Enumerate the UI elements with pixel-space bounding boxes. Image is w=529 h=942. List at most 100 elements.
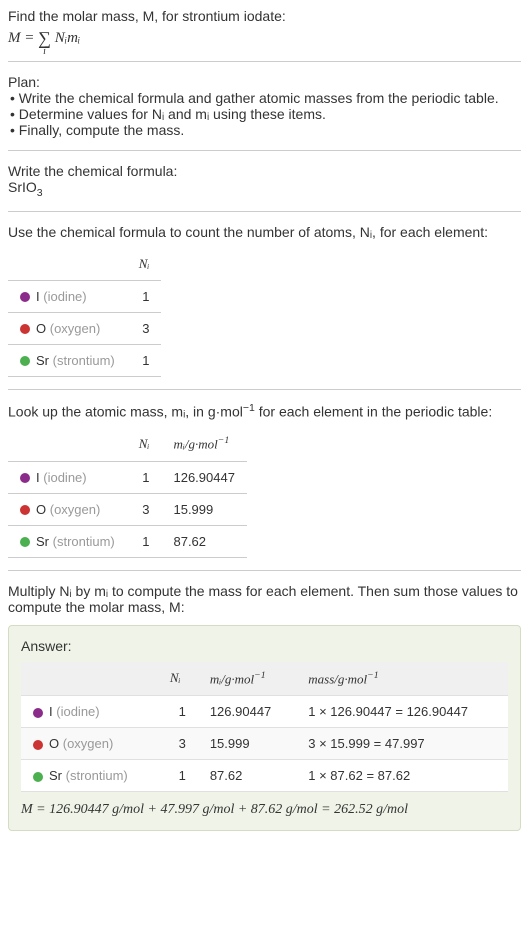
- count-table: Nᵢ I (iodine) 1 O (oxygen) 3 Sr (stronti…: [8, 248, 161, 377]
- multiply-text: Multiply Nᵢ by mᵢ to compute the mass fo…: [8, 583, 521, 615]
- m-value: 15.999: [198, 728, 296, 760]
- table-row: Sr (strontium) 1 87.62 1 × 87.62 = 87.62: [21, 760, 508, 792]
- chemical-formula: SrIO3: [8, 179, 521, 199]
- element-cell: I (iodine): [21, 696, 158, 728]
- element-name: (oxygen): [50, 321, 101, 336]
- m-header: mᵢ/g·mol−1: [198, 662, 296, 696]
- divider: [8, 61, 521, 62]
- count-title: Use the chemical formula to count the nu…: [8, 224, 521, 240]
- strontium-dot-icon: [33, 772, 43, 782]
- n-value: 1: [127, 344, 162, 376]
- element-cell: O (oxygen): [8, 493, 127, 525]
- formula-lhs: M =: [8, 30, 38, 46]
- empty-header: [8, 427, 127, 461]
- mass-header-pre: mass/g·mol: [308, 671, 367, 686]
- table-row: Sr (strontium) 1 87.62: [8, 525, 247, 557]
- mass-title-post: for each element in the periodic table:: [255, 403, 492, 419]
- element-symbol: O: [49, 736, 59, 751]
- m-header-pre: mᵢ/g·mol: [173, 437, 217, 452]
- iodine-dot-icon: [33, 708, 43, 718]
- plan-item: • Determine values for Nᵢ and mᵢ using t…: [10, 106, 521, 122]
- element-symbol: I: [49, 704, 53, 719]
- intro-section: Find the molar mass, M, for strontium io…: [8, 8, 521, 49]
- n-value: 1: [127, 280, 162, 312]
- formula-section-title: Write the chemical formula:: [8, 163, 521, 179]
- element-symbol: I: [36, 470, 40, 485]
- mass-calc: 1 × 126.90447 = 126.90447: [296, 696, 508, 728]
- intro-text: Find the molar mass, M, for strontium io…: [8, 8, 521, 24]
- mass-title: Look up the atomic mass, mᵢ, in g·mol−1 …: [8, 402, 521, 420]
- m-value: 87.62: [198, 760, 296, 792]
- count-section: Use the chemical formula to count the nu…: [8, 224, 521, 377]
- oxygen-dot-icon: [33, 740, 43, 750]
- n-value: 3: [127, 312, 162, 344]
- sigma: ∑: [38, 28, 51, 48]
- formula-rhs: Nᵢmᵢ: [51, 30, 80, 46]
- oxygen-dot-icon: [20, 324, 30, 334]
- multiply-section: Multiply Nᵢ by mᵢ to compute the mass fo…: [8, 583, 521, 615]
- chemical-formula-section: Write the chemical formula: SrIO3: [8, 163, 521, 199]
- sum-index: i: [43, 46, 46, 57]
- sum-symbol: ∑i: [38, 28, 51, 49]
- m-header-sup: −1: [218, 435, 229, 446]
- table-row: I (iodine) 1 126.90447 1 × 126.90447 = 1…: [21, 696, 508, 728]
- element-cell: Sr (strontium): [8, 344, 127, 376]
- mass-calc: 1 × 87.62 = 87.62: [296, 760, 508, 792]
- final-answer: M = 126.90447 g/mol + 47.997 g/mol + 87.…: [21, 802, 508, 818]
- plan-item: • Finally, compute the mass.: [10, 122, 521, 138]
- element-cell: Sr (strontium): [21, 760, 158, 792]
- element-symbol: O: [36, 321, 46, 336]
- m-value: 126.90447: [161, 461, 246, 493]
- table-header-row: Nᵢ mᵢ/g·mol−1 mass/g·mol−1: [21, 662, 508, 696]
- formula-subscript: 3: [37, 187, 43, 199]
- n-value: 3: [158, 728, 198, 760]
- element-symbol: Sr: [36, 534, 49, 549]
- n-value: 1: [158, 696, 198, 728]
- m-value: 15.999: [161, 493, 246, 525]
- n-value: 3: [127, 493, 162, 525]
- m-header-sup: −1: [254, 670, 265, 681]
- mass-calc: 3 × 15.999 = 47.997: [296, 728, 508, 760]
- n-value: 1: [127, 525, 162, 557]
- element-name: (strontium): [66, 768, 128, 783]
- element-cell: O (oxygen): [21, 728, 158, 760]
- n-value: 1: [158, 760, 198, 792]
- divider: [8, 389, 521, 390]
- answer-label: Answer:: [21, 638, 508, 654]
- n-value: 1: [127, 461, 162, 493]
- element-name: (oxygen): [63, 736, 114, 751]
- table-row: O (oxygen) 3 15.999 3 × 15.999 = 47.997: [21, 728, 508, 760]
- answer-table: Nᵢ mᵢ/g·mol−1 mass/g·mol−1 I (iodine) 1 …: [21, 662, 508, 792]
- element-name: (oxygen): [50, 502, 101, 517]
- element-cell: I (iodine): [8, 461, 127, 493]
- mass-header: mass/g·mol−1: [296, 662, 508, 696]
- mass-title-sup: −1: [243, 402, 255, 414]
- table-row: O (oxygen) 3: [8, 312, 161, 344]
- strontium-dot-icon: [20, 537, 30, 547]
- element-symbol: O: [36, 502, 46, 517]
- table-row: I (iodine) 1: [8, 280, 161, 312]
- iodine-dot-icon: [20, 473, 30, 483]
- m-header: mᵢ/g·mol−1: [161, 427, 246, 461]
- empty-header: [8, 248, 127, 281]
- m-value: 126.90447: [198, 696, 296, 728]
- n-header: Nᵢ: [127, 248, 162, 281]
- element-name: (iodine): [56, 704, 99, 719]
- n-header: Nᵢ: [158, 662, 198, 696]
- element-symbol: I: [36, 289, 40, 304]
- mass-title-pre: Look up the atomic mass, mᵢ, in g·mol: [8, 403, 243, 419]
- table-row: I (iodine) 1 126.90447: [8, 461, 247, 493]
- element-cell: I (iodine): [8, 280, 127, 312]
- mass-header-sup: −1: [367, 670, 378, 681]
- plan-item: • Write the chemical formula and gather …: [10, 90, 521, 106]
- element-cell: O (oxygen): [8, 312, 127, 344]
- m-header-pre: mᵢ/g·mol: [210, 671, 254, 686]
- table-header-row: Nᵢ mᵢ/g·mol−1: [8, 427, 247, 461]
- strontium-dot-icon: [20, 356, 30, 366]
- mass-table: Nᵢ mᵢ/g·mol−1 I (iodine) 1 126.90447 O (…: [8, 427, 247, 557]
- oxygen-dot-icon: [20, 505, 30, 515]
- table-header-row: Nᵢ: [8, 248, 161, 281]
- element-symbol: Sr: [36, 353, 49, 368]
- divider: [8, 211, 521, 212]
- empty-header: [21, 662, 158, 696]
